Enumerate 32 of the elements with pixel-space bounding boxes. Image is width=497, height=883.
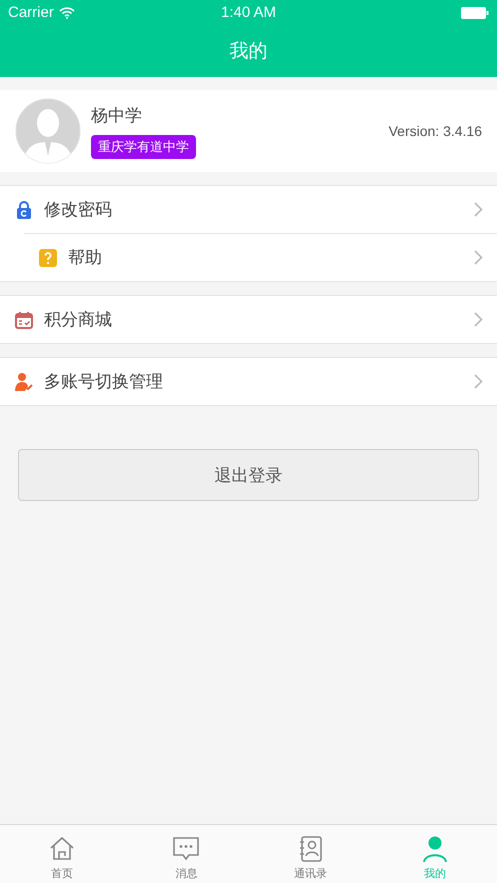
clock-time: 1:40 AM — [220, 4, 276, 21]
question-icon — [38, 248, 58, 268]
menu-item[interactable]: 多账号切换管理 — [0, 358, 497, 405]
person-check-icon — [14, 372, 34, 392]
person-icon — [420, 836, 449, 862]
logout-button[interactable]: 退出登录 — [18, 449, 479, 501]
tab-item[interactable]: 消息 — [124, 825, 248, 883]
school-tag: 重庆学有道中学 — [91, 134, 196, 158]
user-name: 杨中学 — [91, 104, 142, 126]
menu-item[interactable]: 帮助 — [24, 233, 497, 281]
avatar-icon — [15, 98, 81, 164]
lock-icon — [14, 200, 34, 220]
tab-item[interactable]: 通讯录 — [248, 825, 373, 883]
carrier-text: Carrier — [8, 4, 54, 21]
menu-label: 积分商城 — [44, 309, 113, 331]
page-title: 我的 — [230, 39, 268, 64]
chevron-right-icon — [474, 374, 483, 389]
chevron-right-icon — [474, 202, 483, 217]
chevron-right-icon — [474, 312, 483, 327]
wifi-icon — [58, 6, 75, 18]
chevron-right-icon — [474, 250, 483, 265]
version-text: Version: 3.4.16 — [388, 123, 482, 139]
menu-item[interactable]: 修改密码 — [0, 186, 497, 233]
menu-label: 帮助 — [68, 247, 103, 269]
tab-item[interactable]: 首页 — [0, 825, 124, 883]
home-icon — [48, 836, 76, 862]
menu-label: 修改密码 — [44, 199, 113, 221]
calendar-icon — [14, 310, 34, 330]
menu-label: 多账号切换管理 — [44, 371, 164, 393]
battery-icon — [461, 6, 490, 18]
chat-icon — [172, 836, 200, 862]
menu-item[interactable]: 积分商城 — [0, 296, 497, 343]
